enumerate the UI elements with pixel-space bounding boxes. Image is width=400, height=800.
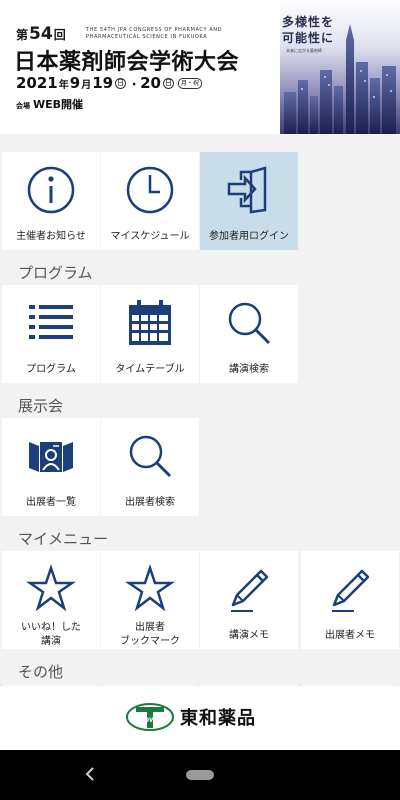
section-header-program: プログラム <box>18 264 93 282</box>
star-icon <box>2 561 100 617</box>
home-pill-icon[interactable] <box>186 770 214 780</box>
tile-label-line-1: いいね！した <box>21 622 81 633</box>
tile-exhibitor-bookmarks[interactable]: 出展者 ブックマーク <box>101 551 199 649</box>
date-separator: ・ <box>129 80 140 91</box>
tile-label: タイムテーブル <box>115 364 185 375</box>
tile-participant-login[interactable]: 参加者用ログイン <box>200 152 298 250</box>
congress-banner: 第 54 回 The 54th JPA Congress of Pharmacy… <box>0 0 400 134</box>
section-header-my-menu: マイメニュー <box>18 530 109 548</box>
congress-slogan: 多様性を 可能性に <box>282 14 334 46</box>
section-header-other: その他 <box>18 663 64 681</box>
venue-label: 会場 <box>16 102 30 110</box>
calendar-icon <box>101 295 199 351</box>
tile-program[interactable]: プログラム <box>2 285 100 383</box>
date-year: 2021 <box>16 74 58 92</box>
congress-title: 日本薬剤師会学術大会 <box>14 50 240 75</box>
info-icon <box>2 162 100 218</box>
tile-liked-lectures[interactable]: いいね！した 講演 <box>2 551 100 649</box>
login-icon <box>200 162 298 218</box>
app-screen: 第 54 回 The 54th JPA Congress of Pharmacy… <box>0 0 400 800</box>
sponsor-name: 東和薬品 <box>180 708 256 729</box>
date-month-unit: 月 <box>81 80 92 91</box>
exhibitor-icon <box>2 428 100 484</box>
edition-number: 54 <box>29 24 53 44</box>
tile-label: 講演検索 <box>229 364 269 375</box>
edition-prefix: 第 <box>16 28 29 42</box>
date-month: 9 <box>69 74 81 92</box>
tile-lecture-notes[interactable]: 講演メモ <box>200 551 298 649</box>
date-year-unit: 年 <box>58 80 69 91</box>
tile-label: 講演メモ <box>229 630 269 641</box>
date-day-1: 19 <box>92 74 114 92</box>
slogan-line-2: 可能性に <box>282 31 335 45</box>
tile-timetable[interactable]: タイムテーブル <box>101 285 199 383</box>
tile-exhibitor-notes[interactable]: 出展者メモ <box>301 551 399 649</box>
sponsor-banner[interactable]: TOWA 東和薬品 <box>0 686 400 750</box>
slogan-line-1: 多様性を <box>282 15 335 29</box>
tile-my-schedule[interactable]: マイスケジュール <box>101 152 199 250</box>
congress-date: 2021 年 9 月 19 日 ・ 20 日 月・祝 <box>16 75 202 91</box>
list-icon <box>2 295 100 351</box>
towa-logo: TOWA <box>126 703 174 731</box>
date-weekday-2: 日 <box>162 78 174 89</box>
tile-label-line-2: 講演 <box>41 636 61 647</box>
congress-english-title: The 54th JPA Congress of Pharmacy and Ph… <box>86 27 223 40</box>
tile-label: 出展者一覧 <box>26 497 76 508</box>
system-navigation-bar <box>0 750 400 800</box>
tile-lecture-search[interactable]: 講演検索 <box>200 285 298 383</box>
tile-label: プログラム <box>26 364 76 375</box>
edition-suffix: 回 <box>53 28 66 42</box>
search-icon <box>101 428 199 484</box>
date-weekday-1: 日 <box>115 78 127 89</box>
tile-exhibitor-search[interactable]: 出展者検索 <box>101 418 199 516</box>
pencil-icon <box>301 561 399 617</box>
back-chevron-icon[interactable] <box>82 764 98 784</box>
pencil-icon <box>200 561 298 617</box>
search-icon <box>200 295 298 351</box>
tile-organizer-notices[interactable]: 主催者お知らせ <box>2 152 100 250</box>
star-icon <box>101 561 199 617</box>
clock-icon <box>101 162 199 218</box>
venue-value: WEB開催 <box>33 98 84 111</box>
tile-label: 主催者お知らせ <box>16 231 86 242</box>
tile-label: マイスケジュール <box>110 231 190 242</box>
date-holiday: 月・祝 <box>177 78 202 89</box>
tile-label: 出展者メモ <box>325 630 375 641</box>
congress-venue: 会場 WEB開催 <box>16 96 83 112</box>
tile-label: 出展者検索 <box>125 497 175 508</box>
sponsor-row: TOWA 東和薬品 <box>126 703 256 731</box>
section-header-exhibition: 展示会 <box>18 397 64 415</box>
logo-text: TOWA <box>140 717 161 724</box>
tile-exhibitor-list[interactable]: 出展者一覧 <box>2 418 100 516</box>
tile-label: 参加者用ログイン <box>209 231 289 242</box>
date-day-2: 20 <box>140 74 161 92</box>
congress-edition: 第 54 回 <box>16 26 66 43</box>
tile-label-line-2: ブックマーク <box>120 636 180 647</box>
tile-label-line-1: 出展者 <box>135 622 165 633</box>
slogan-subtitle: 未来に広がる薬剤師 <box>286 48 322 53</box>
